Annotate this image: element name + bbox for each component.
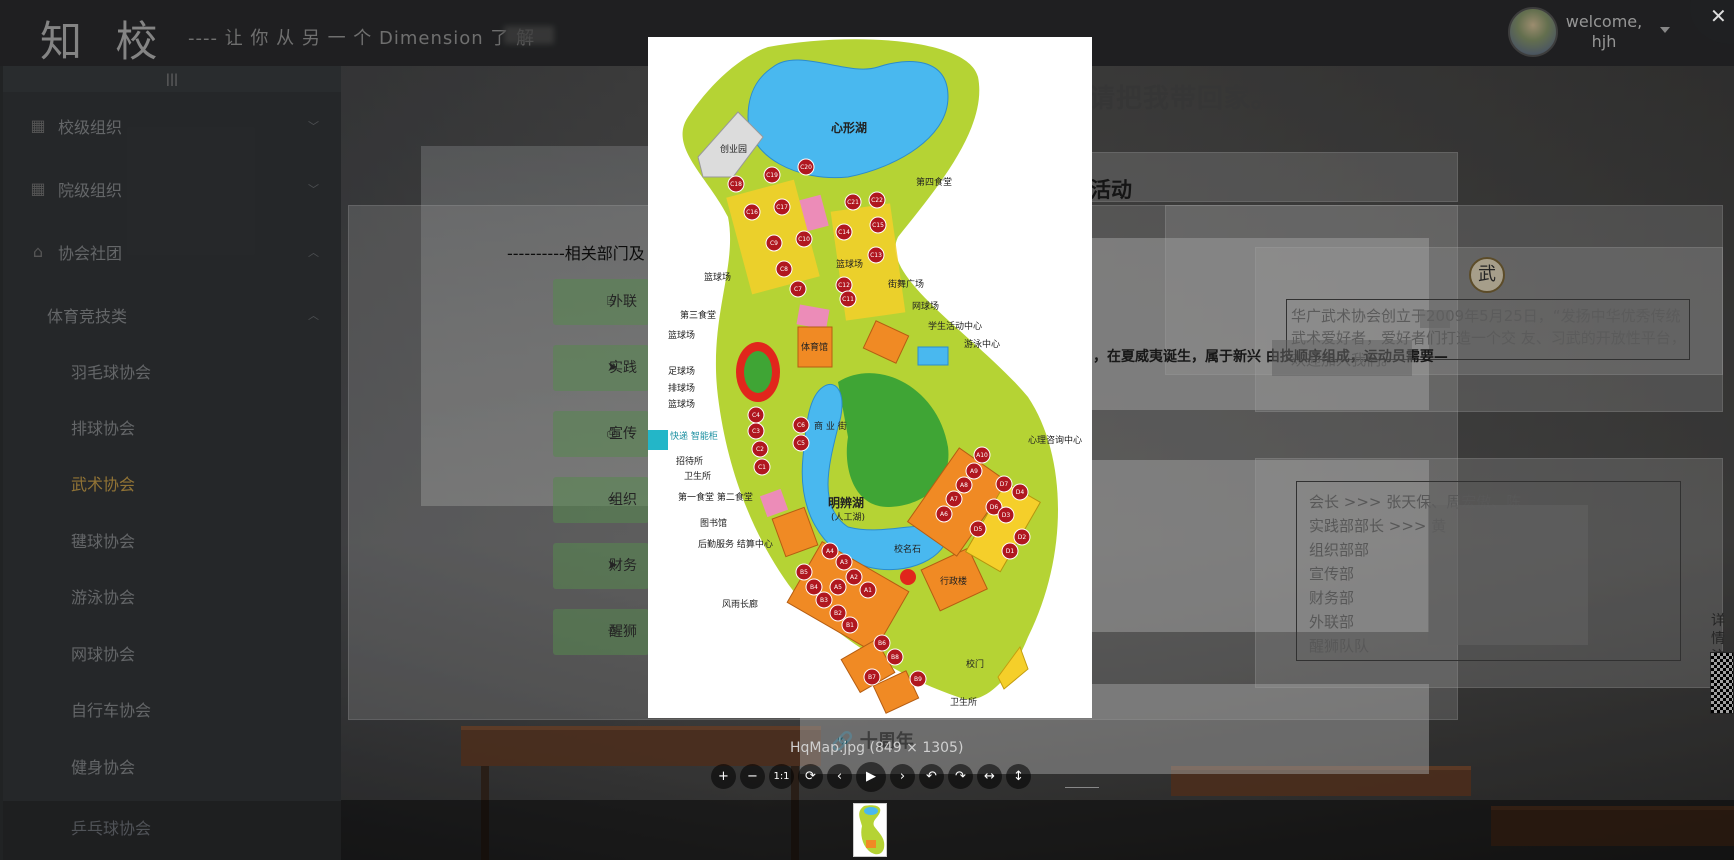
- map-label-express: 快递 智能柜: [670, 430, 718, 442]
- svg-text:A7: A7: [950, 496, 958, 503]
- map-label-basketball-3: 篮球场: [668, 329, 695, 341]
- svg-text:C14: C14: [838, 229, 850, 236]
- svg-text:D1: D1: [1006, 548, 1015, 555]
- svg-text:C7: C7: [794, 286, 802, 293]
- map-label-football: 足球场: [668, 365, 695, 377]
- zoom-in-icon[interactable]: +: [711, 764, 736, 789]
- reset-icon[interactable]: ⟳: [798, 764, 823, 789]
- svg-text:B2: B2: [834, 610, 842, 617]
- map-label-volleyball: 排球场: [668, 382, 695, 394]
- svg-text:C16: C16: [746, 209, 758, 216]
- map-label-canteen-12: 第一食堂 第二食堂: [678, 491, 753, 503]
- svg-text:C2: C2: [756, 446, 764, 453]
- svg-text:C19: C19: [766, 172, 778, 179]
- svg-text:C1: C1: [758, 464, 766, 471]
- svg-text:A4: A4: [826, 548, 834, 555]
- toolbar-divider: [1065, 787, 1099, 788]
- svg-text:C10: C10: [798, 236, 810, 243]
- svg-text:C17: C17: [776, 204, 788, 211]
- svg-text:D5: D5: [974, 526, 983, 533]
- viewer-thumbnail[interactable]: [853, 803, 887, 857]
- map-label-canteen-3: 第三食堂: [680, 309, 716, 321]
- viewer-toolbar: + − 1:1 ⟳ ‹ ▶ › ↶ ↷ ↔ ↕: [711, 762, 1031, 792]
- svg-text:C5: C5: [797, 440, 805, 447]
- map-label-basketball-2: 篮球场: [836, 258, 863, 270]
- svg-text:C18: C18: [730, 181, 742, 188]
- svg-text:A6: A6: [940, 511, 948, 518]
- map-label-gym: 体育馆: [801, 341, 828, 353]
- campus-map-drawing: 心形湖 创业园 明辨湖 (人工湖) 体育馆 行政楼 C18 C19 C20 C2: [648, 39, 1082, 714]
- svg-text:D7: D7: [1000, 481, 1009, 488]
- map-label-clinic-2: 卫生所: [950, 696, 977, 708]
- express-locker-icon: [648, 430, 668, 450]
- map-label-canteen-4: 第四食堂: [916, 176, 952, 188]
- map-label-logistics: 后勤服务 结算中心: [698, 538, 773, 550]
- svg-text:B5: B5: [800, 569, 808, 576]
- map-label-street-dance: 街舞广场: [888, 278, 924, 290]
- svg-text:C6: C6: [797, 422, 805, 429]
- map-label-basketball: 篮球场: [704, 271, 731, 283]
- thumbnail-map-icon: [859, 805, 885, 855]
- svg-text:C20: C20: [800, 164, 812, 171]
- close-icon[interactable]: ✕: [1710, 4, 1727, 28]
- next-icon[interactable]: ›: [890, 764, 915, 789]
- map-label-swim: 游泳中心: [964, 338, 1000, 350]
- map-label-tennis: 网球场: [912, 300, 939, 312]
- svg-text:B9: B9: [914, 676, 922, 683]
- svg-text:B1: B1: [846, 622, 854, 629]
- map-label-admin: 行政楼: [940, 575, 967, 587]
- svg-text:C9: C9: [770, 240, 778, 247]
- svg-text:C13: C13: [870, 252, 882, 259]
- svg-text:A9: A9: [970, 468, 978, 475]
- flip-horizontal-icon[interactable]: ↔: [977, 764, 1002, 789]
- map-label-clinic: 卫生所: [684, 470, 711, 482]
- rotate-right-icon[interactable]: ↷: [948, 764, 973, 789]
- svg-text:A8: A8: [960, 482, 968, 489]
- svg-text:C3: C3: [752, 428, 760, 435]
- prev-icon[interactable]: ‹: [827, 764, 852, 789]
- map-label-student-center: 学生活动中心: [928, 320, 982, 332]
- svg-text:A2: A2: [850, 574, 858, 581]
- map-label-gate: 校门: [966, 658, 984, 670]
- map-label-mingbian-lake: 明辨湖: [828, 495, 864, 510]
- svg-text:A10: A10: [976, 452, 988, 459]
- svg-text:C4: C4: [752, 412, 760, 419]
- map-label-startup: 创业园: [720, 143, 747, 155]
- svg-text:D2: D2: [1018, 534, 1027, 541]
- flip-vertical-icon[interactable]: ↕: [1006, 764, 1031, 789]
- svg-text:B6: B6: [878, 640, 886, 647]
- svg-text:D4: D4: [1016, 489, 1025, 496]
- svg-text:D6: D6: [990, 504, 999, 511]
- svg-text:C21: C21: [847, 199, 859, 206]
- rotate-left-icon[interactable]: ↶: [919, 764, 944, 789]
- svg-text:D3: D3: [1002, 512, 1011, 519]
- svg-text:B7: B7: [868, 674, 876, 681]
- svg-text:B3: B3: [820, 597, 828, 604]
- svg-text:A1: A1: [864, 587, 872, 594]
- svg-text:B8: B8: [891, 654, 899, 661]
- svg-text:C12: C12: [838, 282, 850, 289]
- viewer-caption: HqMap.jpg (849 × 1305): [790, 740, 964, 756]
- svg-text:C15: C15: [872, 222, 884, 229]
- svg-text:C11: C11: [842, 296, 854, 303]
- svg-text:B4: B4: [810, 584, 818, 591]
- map-label-heart-lake: 心形湖: [831, 120, 867, 135]
- map-label-business-street: 商 业 街: [814, 420, 847, 432]
- play-icon[interactable]: ▶: [856, 762, 886, 792]
- map-label-artificial-lake: (人工湖): [831, 512, 865, 523]
- actual-size-icon[interactable]: 1:1: [769, 764, 794, 789]
- map-label-counseling: 心理咨询中心: [1028, 434, 1082, 446]
- map-label-admissions: 招待所: [676, 455, 703, 467]
- svg-text:A3: A3: [840, 559, 848, 566]
- zoom-out-icon[interactable]: −: [740, 764, 765, 789]
- map-label-basketball-4: 篮球场: [668, 398, 695, 410]
- svg-text:C8: C8: [780, 266, 788, 273]
- map-label-corridor: 风雨长廊: [722, 598, 758, 610]
- map-label-library: 图书馆: [700, 517, 727, 529]
- map-label-school-stone: 校名石: [894, 543, 921, 555]
- svg-text:A5: A5: [834, 584, 842, 591]
- svg-text:C22: C22: [871, 197, 883, 204]
- campus-map-image[interactable]: 心形湖 创业园 明辨湖 (人工湖) 体育馆 行政楼 C18 C19 C20 C2: [648, 37, 1092, 718]
- viewer-thumbnail-strip: [341, 800, 1734, 860]
